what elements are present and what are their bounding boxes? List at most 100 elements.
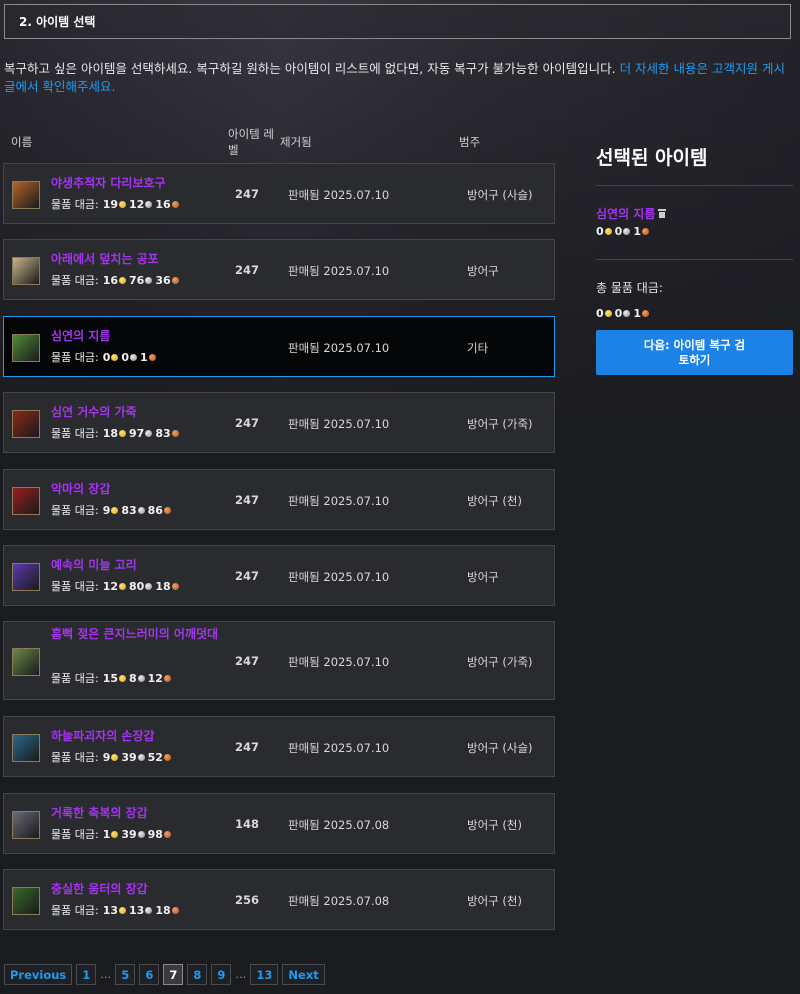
- gold-amount: 1: [102, 827, 111, 841]
- item-category: 방어구 (가죽): [467, 416, 533, 431]
- item-row[interactable]: 심연의 지름 물품 대금: 0 0 1 판매됨 2025.07.10 기타: [3, 316, 555, 377]
- item-cost: 물품 대금: 15 8 12: [51, 670, 174, 686]
- copper-coin-icon: [641, 310, 649, 317]
- crimson-glove-icon: [12, 486, 40, 515]
- gold-amount: 0: [596, 225, 604, 238]
- item-level: 247: [235, 568, 260, 583]
- item-removed-date: 판매됨 2025.07.10: [288, 569, 390, 584]
- sidebar-divider: [596, 185, 793, 186]
- item-row[interactable]: 하늘파괴자의 손장갑 물품 대금: 9 39 52 247 판매됨 2025.0…: [3, 716, 555, 777]
- trash-icon[interactable]: [658, 209, 667, 218]
- item-row[interactable]: 거룩한 축복의 장갑 물품 대금: 1 39 98 148 판매됨 2025.0…: [3, 793, 555, 854]
- copper-amount: 16: [155, 197, 171, 211]
- gold-amount: 9: [102, 503, 111, 517]
- pagination-page-9[interactable]: 9: [211, 964, 232, 985]
- gold-amount: 9: [102, 750, 111, 764]
- item-removed-date: 판매됨 2025.07.10: [288, 493, 390, 508]
- jaws-icon: [12, 256, 40, 285]
- shoulder-pad-icon: [12, 647, 40, 676]
- item-row[interactable]: 심연 거수의 가죽 물품 대금: 18 97 83 247 판매됨 2025.0…: [3, 392, 555, 453]
- item-row[interactable]: 악마의 장갑 물품 대금: 9 83 86 247 판매됨 2025.07.10…: [3, 469, 555, 530]
- pagination-page-5[interactable]: 5: [115, 964, 136, 985]
- column-header-level: 아이템 레벨: [228, 127, 274, 157]
- item-cost: 물품 대금: 18 97 83: [51, 425, 182, 441]
- item-row[interactable]: 흠뻑 젖은 큰지느러미의 어깨덧대 물품 대금: 15 8 12 247 판매됨…: [3, 621, 555, 700]
- gold-coin-icon: [604, 310, 612, 317]
- faithful-glove-icon: [12, 886, 40, 915]
- gold-coin-icon: [119, 674, 126, 682]
- gold-coin-icon: [111, 353, 119, 361]
- gold-coin-icon: [111, 753, 119, 761]
- pagination-next-button[interactable]: Next: [282, 964, 325, 985]
- barbed-ring-icon: [12, 562, 40, 591]
- item-removed-date: 판매됨 2025.07.10: [288, 187, 390, 202]
- item-row[interactable]: 충실한 움터의 장갑 물품 대금: 13 13 18 256 판매됨 2025.…: [3, 869, 555, 930]
- copper-coin-icon: [163, 506, 171, 514]
- item-name: 예속의 미늘 고리: [51, 558, 137, 572]
- copper-amount: 1: [633, 225, 641, 238]
- silver-amount: 83: [121, 503, 137, 517]
- sky-gauntlet-icon: [12, 733, 40, 762]
- copper-coin-icon: [171, 906, 179, 914]
- silver-amount: 0: [614, 307, 623, 320]
- gold-amount: 12: [102, 579, 118, 593]
- pagination-page-8[interactable]: 8: [187, 964, 208, 985]
- copper-coin-icon: [163, 674, 171, 682]
- item-removed-date: 판매됨 2025.07.08: [288, 817, 390, 832]
- copper-amount: 52: [147, 750, 163, 764]
- dark-hide-icon: [12, 409, 40, 438]
- copper-amount: 86: [147, 503, 163, 517]
- intro-text: 복구하고 싶은 아이템을 선택하세요. 복구하길 원하는 아이템이 리스트에 없…: [4, 60, 794, 96]
- item-name: 심연 거수의 가죽: [51, 405, 137, 419]
- copper-coin-icon: [171, 582, 179, 590]
- silver-amount: 8: [129, 671, 137, 685]
- gold-amount: 15: [102, 671, 118, 685]
- item-category: 방어구 (천): [467, 493, 522, 508]
- gold-amount: 0: [596, 307, 604, 320]
- item-category: 방어구 (가죽): [467, 654, 533, 669]
- silver-amount: 97: [129, 426, 145, 440]
- pagination-previous-button[interactable]: Previous: [4, 964, 73, 985]
- selected-item-name: 심연의 지름: [596, 207, 656, 221]
- item-category: 방어구 (천): [467, 817, 522, 832]
- silver-coin-icon: [137, 674, 145, 682]
- cost-label: 물품 대금:: [51, 198, 99, 211]
- next-review-button[interactable]: 다음: 아이템 복구 검토하기: [596, 330, 793, 375]
- item-cost: 물품 대금: 0 0 1: [51, 349, 159, 365]
- item-level: 247: [235, 653, 260, 668]
- copper-coin-icon: [163, 753, 171, 761]
- item-name: 악마의 장갑: [51, 482, 111, 496]
- pagination-page-13[interactable]: 13: [250, 964, 279, 985]
- pagination-page-7[interactable]: 7: [163, 964, 184, 985]
- item-removed-date: 판매됨 2025.07.10: [288, 416, 390, 431]
- copper-coin-icon: [171, 429, 179, 437]
- gold-coin-icon: [604, 228, 612, 235]
- pagination: Previous 1… 5 6 7 8 9… 13 Next: [4, 964, 329, 985]
- column-header-name: 이름: [11, 135, 33, 149]
- item-row[interactable]: 야생추적자 다리보호구 물품 대금: 19 12 16 247 판매됨 2025…: [3, 163, 555, 224]
- copper-coin-icon: [171, 200, 179, 208]
- item-level: 148: [235, 816, 260, 831]
- item-removed-date: 판매됨 2025.07.10: [288, 654, 390, 669]
- selected-item: 심연의 지름: [596, 205, 667, 222]
- gold-amount: 18: [102, 426, 118, 440]
- gold-coin-icon: [119, 582, 126, 590]
- item-row[interactable]: 예속의 미늘 고리 물품 대금: 12 80 18 247 판매됨 2025.0…: [3, 545, 555, 606]
- holy-glove-icon: [12, 810, 40, 839]
- step-title: 2. 아이템 선택: [19, 15, 96, 29]
- pagination-page-1[interactable]: 1: [76, 964, 97, 985]
- silver-amount: 39: [121, 827, 137, 841]
- copper-amount: 98: [147, 827, 163, 841]
- silver-amount: 80: [129, 579, 145, 593]
- cost-label: 물품 대금:: [51, 751, 99, 764]
- item-cost: 물품 대금: 19 12 16: [51, 196, 182, 212]
- cost-label: 물품 대금:: [51, 672, 99, 685]
- pagination-page-6[interactable]: 6: [139, 964, 160, 985]
- gold-coin-icon: [111, 830, 119, 838]
- item-level: 247: [235, 492, 260, 507]
- selected-items-title: 선택된 아이템: [596, 147, 708, 169]
- item-row[interactable]: 아래에서 덮치는 공포 물품 대금: 16 76 36 247 판매됨 2025…: [3, 239, 555, 300]
- silver-amount: 12: [129, 197, 145, 211]
- item-level: 247: [235, 739, 260, 754]
- item-category: 방어구: [467, 569, 499, 584]
